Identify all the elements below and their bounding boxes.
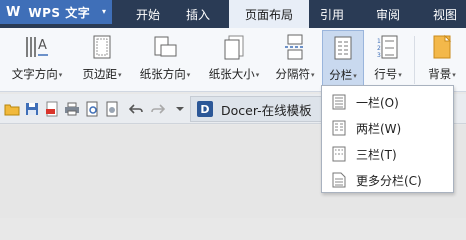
paper-size-button[interactable]: 纸张大小▾	[200, 30, 268, 90]
three-columns-icon	[332, 146, 346, 162]
ribbon-label: 分栏	[329, 68, 353, 82]
dropdown-arrow-icon: ▾	[398, 70, 402, 79]
docer-tab-label: Docer-在线模板	[221, 102, 312, 118]
ribbon-label: 行号	[374, 67, 398, 81]
margins-icon	[87, 30, 117, 64]
save-icon[interactable]	[24, 101, 40, 117]
menu-item-more-columns[interactable]: 更多分栏(C)	[322, 167, 453, 193]
two-columns-icon	[332, 120, 346, 136]
tab-view[interactable]: 视图	[425, 0, 465, 28]
menu-item-label: 三栏(T)	[356, 147, 397, 162]
menu-item-label: 两栏(W)	[356, 121, 402, 136]
chevron-down-icon: ▾	[101, 7, 106, 16]
dropdown-arrow-icon: ▾	[255, 70, 260, 79]
ribbon-toolbar: A 文字方向▾ 页边距▾ 纸张方向▾ 纸张大小▾ 分隔符▾ 分栏▾ 1 2 3 …	[0, 28, 466, 92]
separator-button[interactable]: 分隔符▾	[270, 30, 320, 90]
orientation-icon	[150, 30, 180, 64]
ribbon-label: 纸张方向	[139, 67, 186, 81]
menu-item-one-column[interactable]: 一栏(O)	[322, 89, 453, 115]
menu-bar: W WPS 文字 ▾ 开始 插入 页面布局 引用 审阅 视图	[0, 0, 466, 28]
tab-review[interactable]: 审阅	[370, 0, 406, 28]
dropdown-arrow-icon: ▾	[353, 71, 357, 80]
ribbon-divider	[414, 36, 415, 84]
tab-references[interactable]: 引用	[314, 0, 350, 28]
paper-size-icon	[219, 30, 249, 64]
dropdown-arrow-icon: ▾	[186, 70, 191, 79]
menu-item-three-columns[interactable]: 三栏(T)	[322, 141, 453, 167]
dropdown-arrow-icon: ▾	[310, 70, 315, 79]
tab-insert[interactable]: 插入	[180, 0, 216, 28]
ribbon-label: 文字方向	[11, 67, 58, 81]
columns-icon	[328, 31, 358, 65]
export-pdf-icon[interactable]	[44, 101, 60, 117]
dropdown-arrow-icon: ▾	[117, 70, 122, 79]
menu-item-two-columns[interactable]: 两栏(W)	[322, 115, 453, 141]
app-title: WPS 文字	[28, 5, 91, 20]
print-preview-icon[interactable]	[84, 101, 100, 117]
dropdown-arrow-icon: ▾	[58, 70, 63, 79]
svg-text:A: A	[38, 38, 47, 53]
background-icon	[427, 30, 457, 64]
one-column-icon	[332, 94, 346, 110]
ribbon-label: 纸张大小	[208, 67, 255, 81]
open-folder-icon[interactable]	[4, 101, 20, 117]
orientation-button[interactable]: 纸张方向▾	[132, 30, 198, 90]
text-direction-button[interactable]: A 文字方向▾	[4, 30, 70, 90]
ribbon-label: 页边距	[82, 67, 117, 81]
ribbon-label: 背景	[428, 67, 452, 81]
menu-item-label: 一栏(O)	[356, 95, 399, 110]
wps-logo-icon: W	[6, 4, 21, 20]
more-columns-icon	[332, 172, 346, 188]
app-menu-button[interactable]: W WPS 文字 ▾	[0, 0, 112, 24]
docer-logo-icon: D	[197, 101, 213, 117]
chevron-down-icon[interactable]	[172, 101, 188, 117]
tab-page-layout[interactable]: 页面布局	[229, 0, 309, 28]
tab-home[interactable]: 开始	[130, 0, 166, 28]
print-setup-icon[interactable]	[104, 101, 120, 117]
menu-item-label: 更多分栏(C)	[356, 173, 422, 188]
line-number-icon: 1 2 3	[373, 30, 403, 64]
margins-button[interactable]: 页边距▾	[74, 30, 130, 90]
columns-dropdown-menu: 一栏(O) 两栏(W) 三栏(T) 更多分栏(C)	[321, 85, 454, 193]
separator-icon	[280, 30, 310, 64]
svg-text:3: 3	[377, 52, 381, 59]
columns-button[interactable]: 分栏▾	[322, 30, 364, 90]
line-number-button[interactable]: 1 2 3 行号▾	[366, 30, 410, 90]
svg-text:2: 2	[377, 45, 381, 52]
dropdown-arrow-icon: ▾	[452, 70, 456, 79]
print-icon[interactable]	[64, 101, 80, 117]
redo-icon[interactable]	[150, 101, 166, 117]
svg-text:1: 1	[377, 38, 381, 45]
background-button[interactable]: 背景▾	[420, 30, 464, 90]
ribbon-label: 分隔符	[275, 67, 310, 81]
text-direction-icon: A	[22, 30, 52, 64]
undo-icon[interactable]	[128, 101, 144, 117]
